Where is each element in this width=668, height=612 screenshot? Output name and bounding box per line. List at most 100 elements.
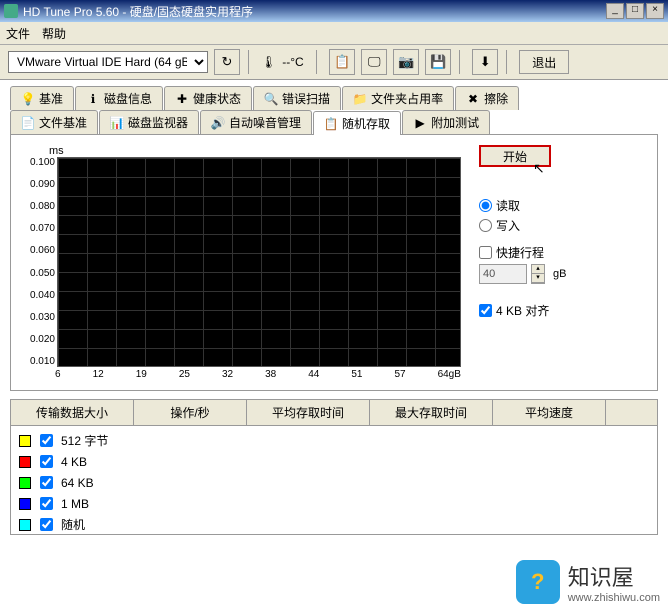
y-tick: 0.090 <box>30 179 55 190</box>
write-radio[interactable] <box>479 219 492 232</box>
controls-panel: 开始 ↖ 读取 写入 快捷行程 ▴▾ gB 4 KB 对齐 <box>461 145 647 380</box>
tab-container: 💡 基准 ℹ 磁盘信息 ✚健康状态 🔍 错误扫描 📁文件夹占用率✖擦除 📄文件基准📊磁盘监视器… <box>0 80 668 134</box>
y-tick: 0.030 <box>30 312 55 323</box>
tab-icon: ▶ <box>413 116 427 130</box>
y-tick: 0.040 <box>30 290 55 301</box>
refresh-button[interactable]: ↻ <box>214 49 240 75</box>
series-checkbox[interactable] <box>40 434 53 447</box>
tab-label: 磁盘监视器 <box>128 114 188 131</box>
minimize-button[interactable]: _ <box>606 3 624 19</box>
watermark-title: 知识屋 <box>568 560 660 592</box>
tab-磁盘监视器[interactable]: 📊磁盘监视器 <box>99 110 199 134</box>
tab-label: 错误扫描 <box>282 90 330 107</box>
x-tick: 19 <box>136 369 147 380</box>
separator <box>316 50 321 74</box>
x-tick: 57 <box>394 369 405 380</box>
col-speed: 平均速度 <box>493 400 606 425</box>
write-label: 写入 <box>496 217 520 234</box>
tab-label: 擦除 <box>484 90 508 107</box>
series-label: 512 字节 <box>61 432 108 449</box>
x-tick: 32 <box>222 369 233 380</box>
watermark-icon: ? <box>516 560 560 604</box>
tab-附加测试[interactable]: ▶附加测试 <box>402 110 490 134</box>
separator <box>248 50 253 74</box>
tab-label: 随机存取 <box>342 115 390 132</box>
tab-基准[interactable]: 💡 基准 <box>10 86 74 110</box>
read-label: 读取 <box>496 197 520 214</box>
menu-help[interactable]: 帮助 <box>42 25 66 42</box>
title-bar: HD Tune Pro 5.60 - 硬盘/固态硬盘实用程序 _ □ × <box>0 0 668 22</box>
series-row: 1 MB <box>15 493 653 514</box>
watermark-url: www.zhishiwu.com <box>568 592 660 604</box>
tab-自动噪音管理[interactable]: 🔊自动噪音管理 <box>200 110 312 134</box>
series-label: 4 KB <box>61 455 87 469</box>
exit-button[interactable]: 退出 <box>519 50 569 74</box>
tab-content: ms 0.1000.0900.0800.0700.0600.0500.0400.… <box>10 134 658 391</box>
save-button[interactable]: 💾 <box>425 49 451 75</box>
tab-随机存取[interactable]: 📋随机存取 <box>313 111 401 135</box>
close-button[interactable]: × <box>646 3 664 19</box>
series-checkbox[interactable] <box>40 518 53 531</box>
series-checkbox[interactable] <box>40 455 53 468</box>
menu-file[interactable]: 文件 <box>6 25 30 42</box>
quick-checkbox[interactable] <box>479 246 492 259</box>
tab-icon: 🔍 <box>264 92 278 106</box>
table-body: 512 字节4 KB64 KB1 MB随机 <box>11 426 657 534</box>
y-axis: 0.1000.0900.0800.0700.0600.0500.0400.030… <box>21 157 57 367</box>
tab-label: 健康状态 <box>193 90 241 107</box>
settings-button[interactable]: ⬇ <box>472 49 498 75</box>
tab-健康状态[interactable]: ✚健康状态 <box>164 86 252 110</box>
series-label: 随机 <box>61 516 85 533</box>
y-axis-unit: ms <box>49 145 461 157</box>
x-tick: 6 <box>55 369 61 380</box>
x-tick: 44 <box>308 369 319 380</box>
tab-icon: ℹ <box>86 92 100 106</box>
cursor-icon: ↖ <box>533 160 668 177</box>
tab-label: 基准 <box>39 90 63 107</box>
temperature-value: --°C <box>282 55 308 69</box>
series-checkbox[interactable] <box>40 476 53 489</box>
window-title: HD Tune Pro 5.60 - 硬盘/固态硬盘实用程序 <box>23 3 604 20</box>
quick-label: 快捷行程 <box>496 244 544 261</box>
chart-plot <box>57 157 461 367</box>
tab-icon: 💡 <box>21 92 35 106</box>
y-tick: 0.100 <box>30 157 55 168</box>
y-tick: 0.020 <box>30 334 55 345</box>
y-tick: 0.080 <box>30 201 55 212</box>
tab-磁盘信息[interactable]: ℹ 磁盘信息 <box>75 86 163 110</box>
results-table: 传输数据大小 操作/秒 平均存取时间 最大存取时间 平均速度 512 字节 4 K… <box>10 399 658 535</box>
series-checkbox[interactable] <box>40 497 53 510</box>
tab-擦除[interactable]: ✖擦除 <box>455 86 519 110</box>
quick-value-input <box>479 264 527 284</box>
series-color-icon <box>19 498 31 510</box>
camera-button[interactable]: 📷 <box>393 49 419 75</box>
series-label: 1 MB <box>61 497 89 511</box>
y-tick: 0.050 <box>30 268 55 279</box>
read-radio[interactable] <box>479 199 492 212</box>
maximize-button[interactable]: □ <box>626 3 644 19</box>
y-tick: 0.010 <box>30 356 55 367</box>
tab-文件夹占用率[interactable]: 📁文件夹占用率 <box>342 86 454 110</box>
col-avg-access: 平均存取时间 <box>247 400 370 425</box>
spinner[interactable]: ▴▾ <box>531 264 545 284</box>
tab-icon: 📄 <box>21 116 35 130</box>
x-tick: 64gB <box>438 369 461 380</box>
tab-文件基准[interactable]: 📄文件基准 <box>10 110 98 134</box>
drive-select[interactable]: VMware Virtual IDE Hard (64 gB) <box>8 51 208 73</box>
series-row: 随机 <box>15 514 653 535</box>
x-tick: 12 <box>93 369 104 380</box>
x-tick: 51 <box>351 369 362 380</box>
series-color-icon <box>19 435 31 447</box>
align-label: 4 KB 对齐 <box>496 302 549 319</box>
chart-area: ms 0.1000.0900.0800.0700.0600.0500.0400.… <box>21 145 461 380</box>
tab-错误扫描[interactable]: 🔍 错误扫描 <box>253 86 341 110</box>
tab-label: 磁盘信息 <box>104 90 152 107</box>
table-header: 传输数据大小 操作/秒 平均存取时间 最大存取时间 平均速度 <box>11 400 657 426</box>
screenshot-button[interactable]: 🖵 <box>361 49 387 75</box>
copy-button[interactable]: 📋 <box>329 49 355 75</box>
tab-label: 自动噪音管理 <box>229 114 301 131</box>
align-checkbox[interactable] <box>479 304 492 317</box>
series-color-icon <box>19 477 31 489</box>
toolbar: VMware Virtual IDE Hard (64 gB) ↻ 🌡 --°C… <box>0 45 668 80</box>
col-size: 传输数据大小 <box>11 400 134 425</box>
